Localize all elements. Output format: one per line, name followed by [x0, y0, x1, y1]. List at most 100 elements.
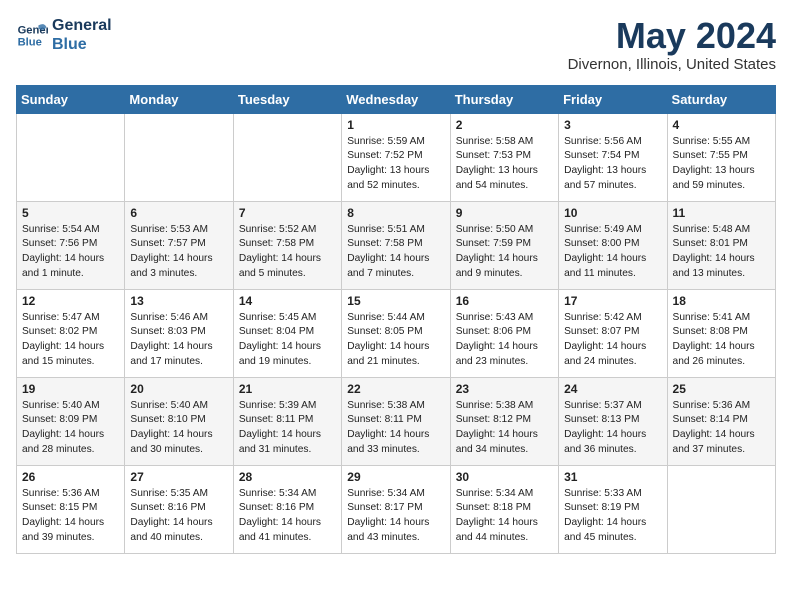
- calendar-cell: 23 Sunrise: 5:38 AMSunset: 8:12 PMDayligh…: [450, 377, 558, 465]
- day-number: 6: [130, 206, 227, 220]
- calendar-cell: 31 Sunrise: 5:33 AMSunset: 8:19 PMDayligh…: [559, 465, 667, 553]
- weekday-header-wednesday: Wednesday: [342, 85, 450, 113]
- day-number: 27: [130, 470, 227, 484]
- day-number: 18: [673, 294, 770, 308]
- day-number: 16: [456, 294, 553, 308]
- cell-content: Sunrise: 5:51 AMSunset: 7:58 PMDaylight:…: [347, 223, 444, 282]
- calendar-cell: 1Sunrise: 5:59 AMSunset: 7:52 PMDaylight…: [342, 113, 450, 201]
- calendar-cell: 20 Sunrise: 5:40 AMSunset: 8:10 PMDayligh…: [125, 377, 233, 465]
- cell-content: Sunrise: 5:56 AMSunset: 7:54 PMDaylight:…: [564, 135, 661, 194]
- day-number: 14: [239, 294, 336, 308]
- calendar-cell: 13 Sunrise: 5:46 AMSunset: 8:03 PMDayligh…: [125, 289, 233, 377]
- day-number: 20: [130, 382, 227, 396]
- calendar-title: May 2024: [568, 16, 776, 56]
- logo-line2: Blue: [52, 35, 112, 54]
- cell-content: Sunrise: 5:34 AMSunset: 8:16 PMDaylight:…: [239, 487, 336, 546]
- calendar-cell: 10 Sunrise: 5:49 AMSunset: 8:00 PMDayligh…: [559, 201, 667, 289]
- cell-content: Sunrise: 5:47 AMSunset: 8:02 PMDaylight:…: [22, 311, 119, 370]
- cell-content: Sunrise: 5:39 AMSunset: 8:11 PMDaylight:…: [239, 399, 336, 458]
- calendar-cell: 22Sunrise: 5:38 AMSunset: 8:11 PMDayligh…: [342, 377, 450, 465]
- svg-text:Blue: Blue: [18, 37, 42, 49]
- calendar-cell: 25 Sunrise: 5:36 AMSunset: 8:14 PMDayligh…: [667, 377, 775, 465]
- calendar-cell: 28 Sunrise: 5:34 AMSunset: 8:16 PMDayligh…: [233, 465, 341, 553]
- day-number: 15: [347, 294, 444, 308]
- day-number: 21: [239, 382, 336, 396]
- cell-content: Sunrise: 5:55 AMSunset: 7:55 PMDaylight:…: [673, 135, 770, 194]
- cell-content: Sunrise: 5:35 AMSunset: 8:16 PMDaylight:…: [130, 487, 227, 546]
- cell-content: Sunrise: 5:38 AMSunset: 8:12 PMDaylight:…: [456, 399, 553, 458]
- cell-content: Sunrise: 5:48 AMSunset: 8:01 PMDaylight:…: [673, 223, 770, 282]
- cell-content: Sunrise: 5:40 AMSunset: 8:10 PMDaylight:…: [130, 399, 227, 458]
- day-number: 13: [130, 294, 227, 308]
- logo-icon: General Blue: [16, 19, 48, 51]
- calendar-cell: [125, 113, 233, 201]
- cell-content: Sunrise: 5:36 AMSunset: 8:15 PMDaylight:…: [22, 487, 119, 546]
- calendar-table: SundayMondayTuesdayWednesdayThursdayFrid…: [16, 85, 776, 554]
- day-number: 23: [456, 382, 553, 396]
- cell-content: Sunrise: 5:40 AMSunset: 8:09 PMDaylight:…: [22, 399, 119, 458]
- day-number: 11: [673, 206, 770, 220]
- cell-content: Sunrise: 5:58 AMSunset: 7:53 PMDaylight:…: [456, 135, 553, 194]
- calendar-cell: 14 Sunrise: 5:45 AMSunset: 8:04 PMDayligh…: [233, 289, 341, 377]
- logo-line1: General: [52, 16, 112, 35]
- weekday-header-friday: Friday: [559, 85, 667, 113]
- calendar-cell: 16 Sunrise: 5:43 AMSunset: 8:06 PMDayligh…: [450, 289, 558, 377]
- day-number: 3: [564, 118, 661, 132]
- weekday-header-sunday: Sunday: [17, 85, 125, 113]
- weekday-header-row: SundayMondayTuesdayWednesdayThursdayFrid…: [17, 85, 776, 113]
- day-number: 8: [347, 206, 444, 220]
- cell-content: Sunrise: 5:36 AMSunset: 8:14 PMDaylight:…: [673, 399, 770, 458]
- weekday-header-thursday: Thursday: [450, 85, 558, 113]
- title-block: May 2024 Divernon, Illinois, United Stat…: [568, 16, 776, 73]
- calendar-cell: 5 Sunrise: 5:54 AMSunset: 7:56 PMDaylight…: [17, 201, 125, 289]
- day-number: 30: [456, 470, 553, 484]
- cell-content: Sunrise: 5:53 AMSunset: 7:57 PMDaylight:…: [130, 223, 227, 282]
- calendar-cell: 8 Sunrise: 5:51 AMSunset: 7:58 PMDaylight…: [342, 201, 450, 289]
- week-row-4: 19 Sunrise: 5:40 AMSunset: 8:09 PMDayligh…: [17, 377, 776, 465]
- cell-content: Sunrise: 5:43 AMSunset: 8:06 PMDaylight:…: [456, 311, 553, 370]
- cell-content: Sunrise: 5:41 AMSunset: 8:08 PMDaylight:…: [673, 311, 770, 370]
- calendar-subtitle: Divernon, Illinois, United States: [568, 56, 776, 73]
- day-number: 25: [673, 382, 770, 396]
- cell-content: Sunrise: 5:45 AMSunset: 8:04 PMDaylight:…: [239, 311, 336, 370]
- day-number: 9: [456, 206, 553, 220]
- day-number: 12: [22, 294, 119, 308]
- logo: General Blue General Blue: [16, 16, 112, 54]
- day-number: 4: [673, 118, 770, 132]
- day-number: 5: [22, 206, 119, 220]
- calendar-cell: 6 Sunrise: 5:53 AMSunset: 7:57 PMDaylight…: [125, 201, 233, 289]
- day-number: 26: [22, 470, 119, 484]
- cell-content: Sunrise: 5:49 AMSunset: 8:00 PMDaylight:…: [564, 223, 661, 282]
- day-number: 10: [564, 206, 661, 220]
- day-number: 2: [456, 118, 553, 132]
- cell-content: Sunrise: 5:46 AMSunset: 8:03 PMDaylight:…: [130, 311, 227, 370]
- cell-content: Sunrise: 5:42 AMSunset: 8:07 PMDaylight:…: [564, 311, 661, 370]
- cell-content: Sunrise: 5:50 AMSunset: 7:59 PMDaylight:…: [456, 223, 553, 282]
- cell-content: Sunrise: 5:33 AMSunset: 8:19 PMDaylight:…: [564, 487, 661, 546]
- weekday-header-saturday: Saturday: [667, 85, 775, 113]
- calendar-cell: 2 Sunrise: 5:58 AMSunset: 7:53 PMDaylight…: [450, 113, 558, 201]
- calendar-cell: [233, 113, 341, 201]
- calendar-cell: 24Sunrise: 5:37 AMSunset: 8:13 PMDayligh…: [559, 377, 667, 465]
- calendar-cell: 30 Sunrise: 5:34 AMSunset: 8:18 PMDayligh…: [450, 465, 558, 553]
- cell-content: Sunrise: 5:38 AMSunset: 8:11 PMDaylight:…: [347, 399, 444, 458]
- weekday-header-monday: Monday: [125, 85, 233, 113]
- day-number: 19: [22, 382, 119, 396]
- calendar-cell: 15Sunrise: 5:44 AMSunset: 8:05 PMDayligh…: [342, 289, 450, 377]
- cell-content: Sunrise: 5:34 AMSunset: 8:18 PMDaylight:…: [456, 487, 553, 546]
- calendar-cell: 29 Sunrise: 5:34 AMSunset: 8:17 PMDayligh…: [342, 465, 450, 553]
- calendar-cell: 12 Sunrise: 5:47 AMSunset: 8:02 PMDayligh…: [17, 289, 125, 377]
- cell-content: Sunrise: 5:34 AMSunset: 8:17 PMDaylight:…: [347, 487, 444, 546]
- calendar-cell: 4 Sunrise: 5:55 AMSunset: 7:55 PMDaylight…: [667, 113, 775, 201]
- calendar-cell: 9 Sunrise: 5:50 AMSunset: 7:59 PMDaylight…: [450, 201, 558, 289]
- cell-content: Sunrise: 5:54 AMSunset: 7:56 PMDaylight:…: [22, 223, 119, 282]
- cell-content: Sunrise: 5:52 AMSunset: 7:58 PMDaylight:…: [239, 223, 336, 282]
- cell-content: Sunrise: 5:37 AMSunset: 8:13 PMDaylight:…: [564, 399, 661, 458]
- calendar-cell: 27 Sunrise: 5:35 AMSunset: 8:16 PMDayligh…: [125, 465, 233, 553]
- day-number: 29: [347, 470, 444, 484]
- day-number: 7: [239, 206, 336, 220]
- day-number: 17: [564, 294, 661, 308]
- day-number: 31: [564, 470, 661, 484]
- day-number: 28: [239, 470, 336, 484]
- week-row-1: 1Sunrise: 5:59 AMSunset: 7:52 PMDaylight…: [17, 113, 776, 201]
